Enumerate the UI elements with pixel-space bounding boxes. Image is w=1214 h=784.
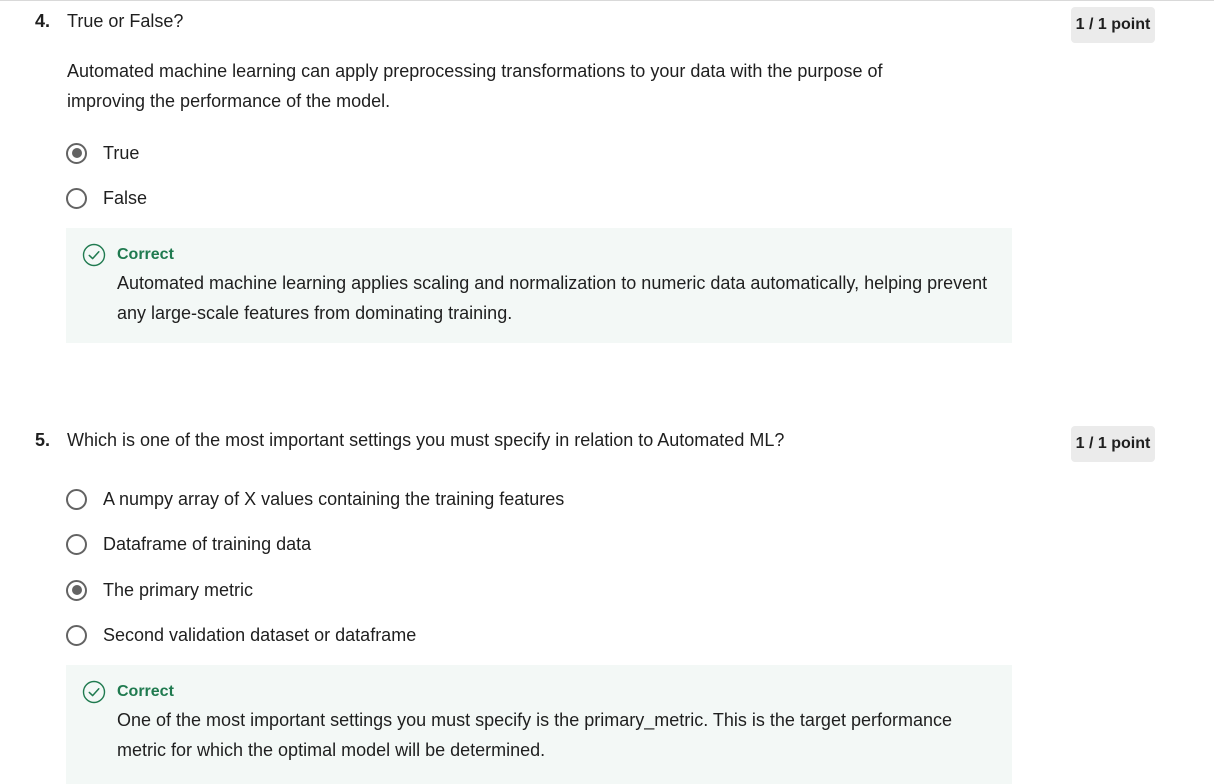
option-label: False — [103, 188, 148, 208]
feedback-text: Automated machine learning applies scali… — [117, 273, 988, 323]
check-circle-icon — [82, 680, 106, 704]
option-label: Dataframe of training data — [103, 534, 312, 554]
question-title: True or False? — [67, 11, 184, 31]
option-label: Second validation dataset or dataframe — [103, 625, 417, 645]
option-dataframe[interactable]: Dataframe of training data — [66, 531, 311, 557]
radio-selected[interactable] — [66, 579, 87, 601]
feedback-status: Correct — [117, 683, 174, 700]
option-label: The primary metric — [103, 580, 254, 600]
feedback-correct: Correct One of the most important settin… — [66, 665, 1012, 784]
option-validation-dataset[interactable]: Second validation dataset or dataframe — [66, 622, 416, 648]
top-divider — [0, 0, 1214, 1]
feedback-status: Correct — [117, 246, 174, 263]
option-numpy-array[interactable]: A numpy array of X values containing the… — [66, 486, 564, 512]
radio-selected[interactable] — [66, 142, 87, 164]
question-title: Which is one of the most important setti… — [67, 430, 785, 450]
radio-unselected[interactable] — [66, 488, 87, 510]
feedback-text: One of the most important settings you m… — [117, 710, 953, 760]
question-number: 5. — [35, 430, 51, 450]
radio-unselected[interactable] — [66, 624, 87, 646]
question-number: 4. — [35, 11, 51, 31]
radio-unselected[interactable] — [66, 187, 87, 209]
check-circle-icon — [82, 243, 106, 267]
option-true[interactable]: True — [66, 140, 139, 166]
feedback-correct: Correct Automated machine learning appli… — [66, 228, 1012, 343]
points-badge: 1 / 1 point — [1071, 7, 1155, 43]
option-primary-metric[interactable]: The primary metric — [66, 577, 253, 603]
points-badge: 1 / 1 point — [1071, 426, 1155, 462]
question-prompt: Automated machine learning can apply pre… — [67, 61, 883, 111]
option-label: True — [103, 143, 140, 163]
radio-unselected[interactable] — [66, 533, 87, 555]
option-label: A numpy array of X values containing the… — [103, 489, 565, 509]
option-false[interactable]: False — [66, 185, 147, 211]
